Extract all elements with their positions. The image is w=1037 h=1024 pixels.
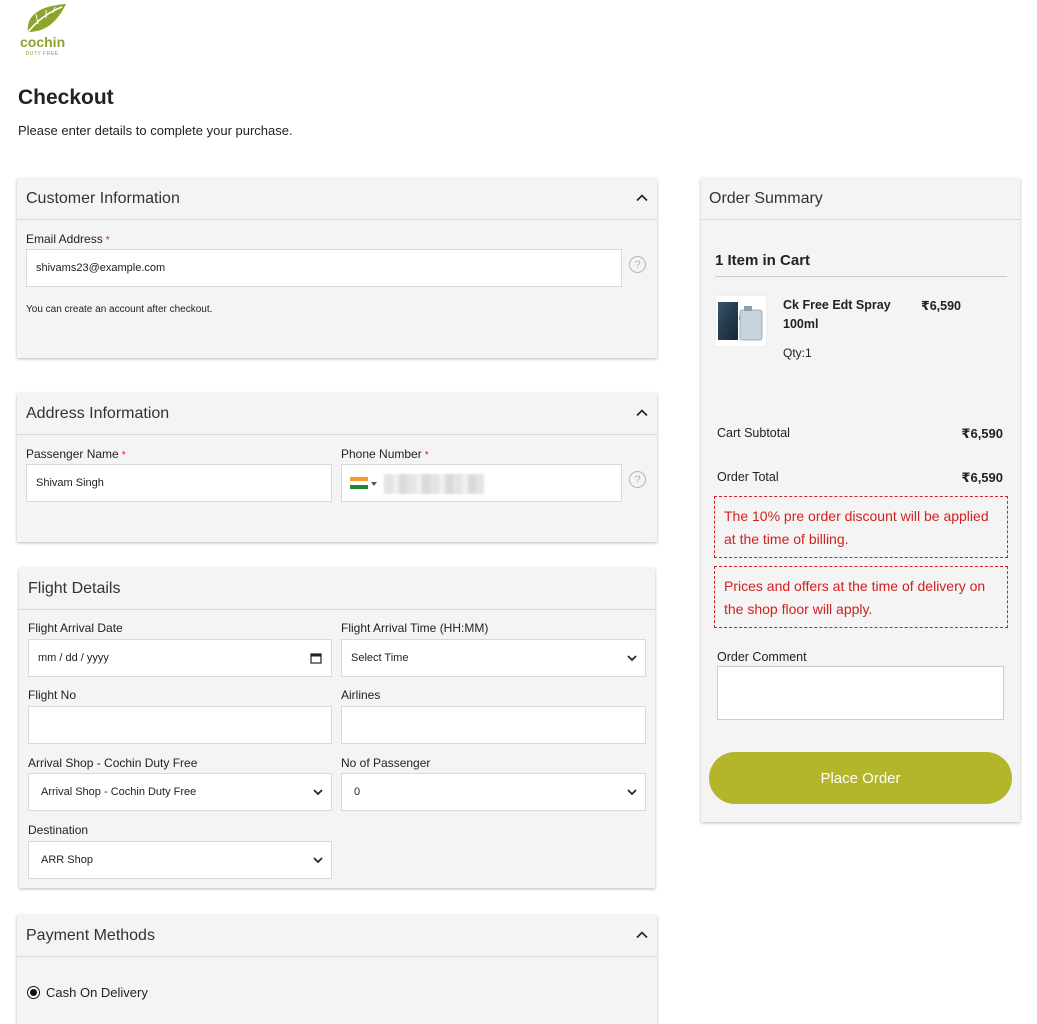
cash-on-delivery-radio[interactable]: [27, 986, 40, 999]
brand-logo[interactable]: cochin DUTY FREE: [20, 2, 70, 58]
account-note: You can create an account after checkout…: [26, 304, 213, 315]
page-title: Checkout: [18, 86, 114, 109]
arrival-time-select[interactable]: Select Time: [341, 639, 646, 677]
chevron-down-icon: [627, 655, 637, 662]
chevron-up-icon[interactable]: [635, 928, 649, 942]
items-in-cart: 1 Item in Cart: [715, 252, 811, 269]
brand-name: cochin: [20, 34, 66, 50]
page-subtitle: Please enter details to complete your pu…: [18, 123, 293, 138]
arrival-shop-label: Arrival Shop - Cochin Duty Free: [28, 756, 198, 770]
redacted-phone-number: [384, 474, 484, 494]
product-name[interactable]: Ck Free Edt Spray 100ml: [783, 296, 901, 334]
order-comment-field[interactable]: [717, 666, 1004, 720]
place-order-button[interactable]: Place Order: [709, 752, 1012, 804]
flight-no-field[interactable]: [28, 706, 332, 744]
customer-info-header[interactable]: Customer Information: [17, 178, 657, 220]
flight-no-label: Flight No: [28, 688, 77, 702]
flight-details-header: Flight Details: [19, 568, 655, 610]
address-info-panel: Address Information Passenger Name * Shiv…: [17, 393, 657, 542]
flight-details-heading: Flight Details: [28, 579, 121, 597]
phone-field[interactable]: [341, 464, 622, 502]
cash-on-delivery-label[interactable]: Cash On Delivery: [46, 985, 148, 1000]
india-flag-icon[interactable]: [350, 477, 368, 489]
pricing-notice: Prices and offers at the time of deliver…: [714, 566, 1008, 628]
perfume-image: [718, 302, 763, 341]
order-summary-panel: Order Summary 1 Item in Cart Ck Free Edt…: [701, 178, 1020, 822]
payment-methods-heading: Payment Methods: [26, 926, 155, 944]
customer-info-heading: Customer Information: [26, 189, 180, 207]
chevron-down-icon: [627, 789, 637, 796]
chevron-down-icon: [313, 857, 323, 864]
airlines-field[interactable]: [341, 706, 646, 744]
arrival-date-field[interactable]: mm / dd / yyyy: [28, 639, 332, 677]
arrival-time-label: Flight Arrival Time (HH:MM): [341, 621, 489, 635]
arrival-date-label: Flight Arrival Date: [28, 621, 123, 635]
summary-divider: [715, 276, 1007, 277]
destination-label: Destination: [28, 823, 89, 837]
product-qty: Qty:1: [783, 346, 812, 360]
passengers-label: No of Passenger: [341, 756, 431, 770]
payment-methods-panel: Payment Methods Cash On Delivery: [17, 915, 657, 1024]
product-price: ₹6,590: [921, 299, 961, 313]
payment-methods-header[interactable]: Payment Methods: [17, 915, 657, 957]
calendar-icon[interactable]: [310, 652, 322, 664]
order-summary-heading: Order Summary: [709, 189, 823, 207]
chevron-up-icon[interactable]: [635, 191, 649, 205]
order-total-value: ₹6,590: [961, 470, 1003, 485]
order-comment-label: Order Comment: [717, 650, 807, 664]
airlines-label: Airlines: [341, 688, 381, 702]
passenger-name-field[interactable]: Shivam Singh: [26, 464, 332, 502]
email-field[interactable]: shivams23@example.com: [26, 249, 622, 287]
discount-notice: The 10% pre order discount will be appli…: [714, 496, 1008, 558]
help-icon[interactable]: ?: [629, 471, 646, 488]
help-icon[interactable]: ?: [629, 256, 646, 273]
leaf-icon: [27, 4, 66, 33]
phone-label: Phone Number *: [341, 447, 429, 461]
flight-details-panel: Flight Details Flight Arrival Date mm / …: [19, 568, 655, 888]
chevron-down-icon: [313, 789, 323, 796]
address-info-header[interactable]: Address Information: [17, 393, 657, 435]
order-summary-header: Order Summary: [701, 178, 1020, 220]
destination-select[interactable]: ARR Shop: [28, 841, 332, 879]
brand-sub: DUTY FREE: [25, 51, 59, 57]
product-image[interactable]: [715, 295, 767, 347]
passenger-name-label: Passenger Name *: [26, 447, 126, 461]
cart-subtotal-label: Cart Subtotal: [717, 426, 790, 440]
arrival-shop-select[interactable]: Arrival Shop - Cochin Duty Free: [28, 773, 332, 811]
customer-info-panel: Customer Information Email Address * shiv…: [17, 178, 657, 358]
chevron-up-icon[interactable]: [635, 406, 649, 420]
order-total-label: Order Total: [717, 470, 779, 484]
cart-subtotal-value: ₹6,590: [961, 426, 1003, 441]
caret-down-icon[interactable]: [371, 482, 377, 486]
passengers-select[interactable]: 0: [341, 773, 646, 811]
address-info-heading: Address Information: [26, 404, 170, 422]
email-label: Email Address *: [26, 232, 110, 246]
